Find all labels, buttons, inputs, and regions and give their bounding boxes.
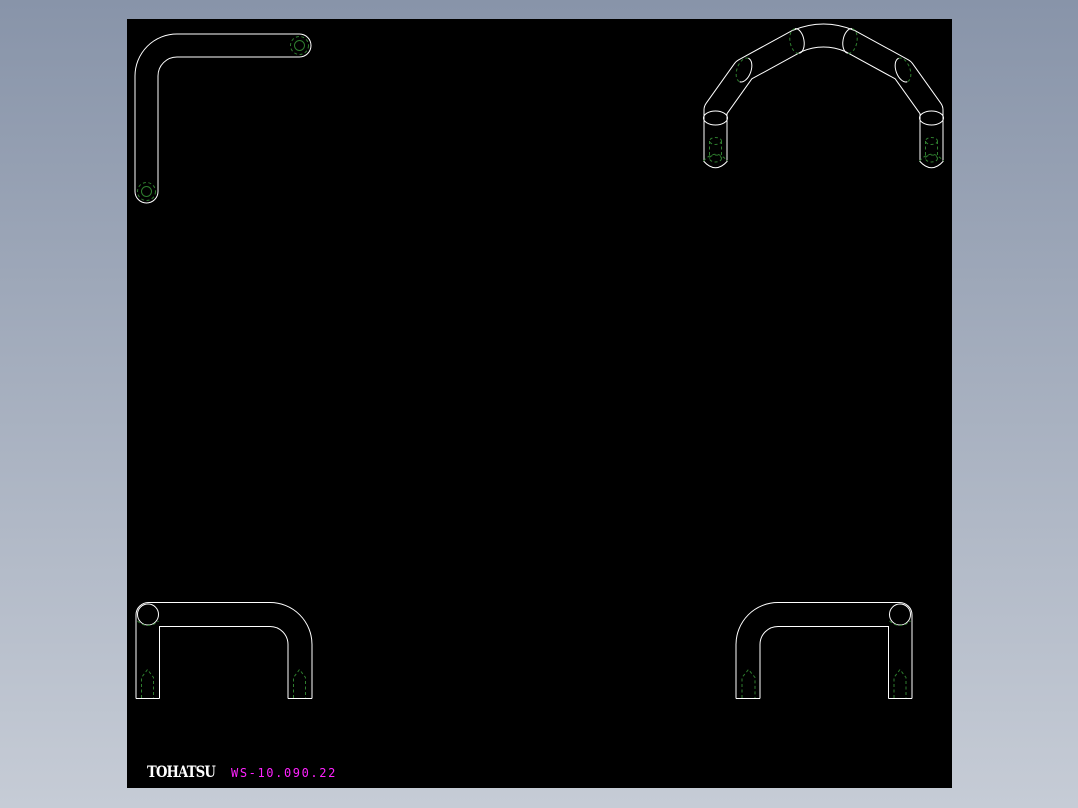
cad-drawing-canvas: TOHATSU WS-10.090.22 xyxy=(127,19,952,788)
u-bend-tube-right-view xyxy=(735,602,913,699)
cad-drawing xyxy=(134,23,944,699)
l-bend-tube-view xyxy=(134,33,312,204)
arch-tube-view xyxy=(703,23,944,169)
drawing-number: WS-10.090.22 xyxy=(231,766,337,780)
desktop-background: { "colors": { "bg-top": "#8894a9", "bg-b… xyxy=(0,0,1078,808)
manufacturer-logo: TOHATSU xyxy=(147,762,216,781)
u-bend-tube-left-view xyxy=(135,602,313,699)
